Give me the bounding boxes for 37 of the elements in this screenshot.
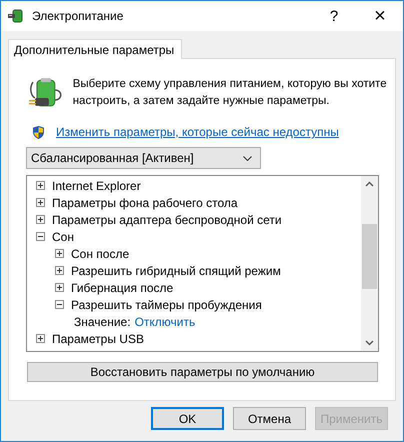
tree-item[interactable]: Параметры адаптера беспроводной сети [52,212,282,226]
dialog-button[interactable]: Отмена [233,407,306,430]
intro-text: Выберите схему управления питанием, которую вы хотите настроить, а затем задайте нужные параметры. [72,77,388,109]
collapse-icon[interactable] [36,232,45,241]
scroll-thumb[interactable] [362,224,377,289]
expand-icon[interactable] [36,334,45,343]
shield-icon [33,126,44,138]
help-button[interactable]: ? [311,1,357,31]
scroll-down-icon[interactable] [365,340,374,346]
plan-dropdown[interactable]: Сбалансированная [Активен] [26,147,261,169]
close-button[interactable]: × [357,1,403,31]
tree-item[interactable]: Разрешить таймеры пробуждения [71,298,262,312]
tree-item[interactable]: Параметры USB [52,332,144,346]
expand-icon[interactable] [36,198,45,207]
collapse-icon[interactable] [55,300,64,309]
tree-item[interactable]: Internet Explorer [52,178,141,192]
window-title: Электропитание [32,9,124,23]
dialog-button[interactable]: OK [151,407,224,430]
restore-defaults-button[interactable]: Восстановить параметры по умолчанию [27,362,378,382]
expand-icon[interactable] [55,266,64,275]
change-settings-link[interactable]: Изменить параметры, которые сейчас недоступны [56,125,339,139]
scroll-bar[interactable] [361,176,378,351]
setting-value-link[interactable]: Отключить [134,314,196,328]
scroll-up-icon[interactable] [365,181,374,187]
expand-icon[interactable] [36,215,45,224]
tree-item[interactable]: Сон [52,230,74,244]
expand-icon[interactable] [55,249,64,258]
power-plug-icon [8,8,24,24]
setting-label: Значение: [74,314,131,328]
tree-item[interactable]: Гибернация после [71,280,174,294]
expand-icon[interactable] [55,283,64,292]
tree-item[interactable]: Разрешить гибридный спящий режим [71,264,281,278]
expand-icon[interactable] [36,181,45,190]
tab[interactable]: Дополнительные параметры [8,39,182,59]
tree-item[interactable]: Сон после [71,246,130,260]
tree-item[interactable]: Параметры фона рабочего стола [52,196,238,210]
chevron-down-icon [243,156,252,160]
